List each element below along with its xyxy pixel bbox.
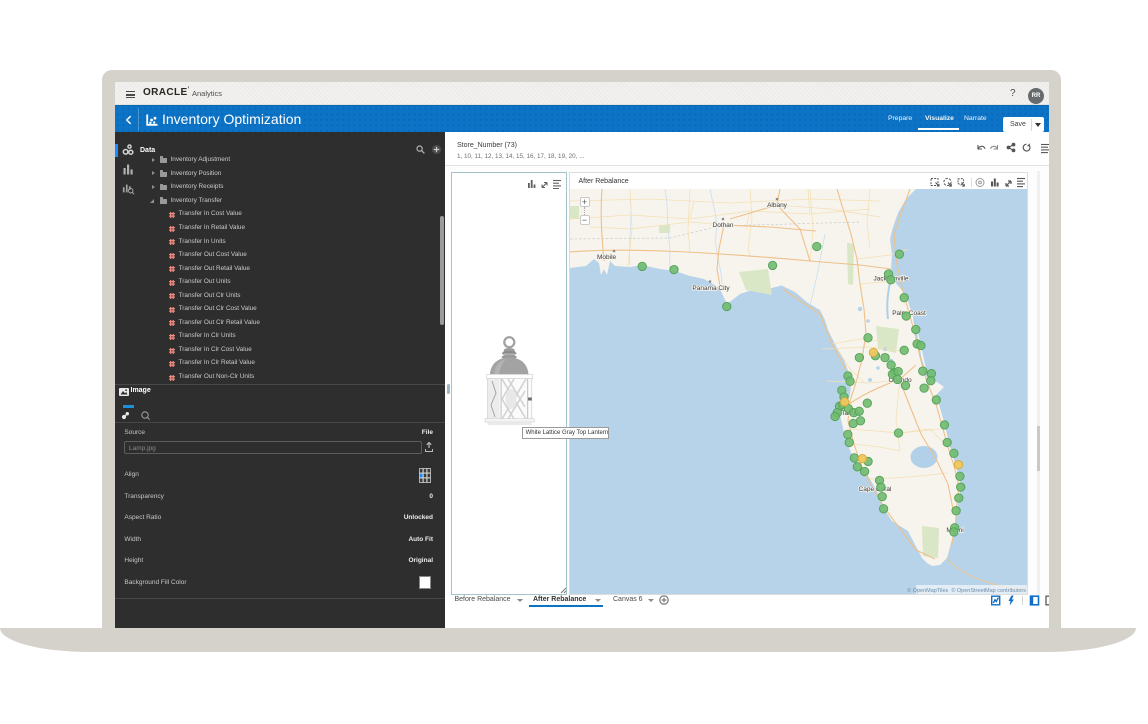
svg-text:Dothan: Dothan <box>712 222 733 229</box>
svg-text:© OpenMapTiles © OpenStreetMa: © OpenMapTiles © OpenStreetMap contribut… <box>907 587 1026 594</box>
svg-text:Cape Coral: Cape Coral <box>858 486 891 493</box>
svg-text:Panama City: Panama City <box>692 285 730 292</box>
svg-text:Albany: Albany <box>767 202 788 209</box>
svg-text:Mobile: Mobile <box>597 254 617 261</box>
